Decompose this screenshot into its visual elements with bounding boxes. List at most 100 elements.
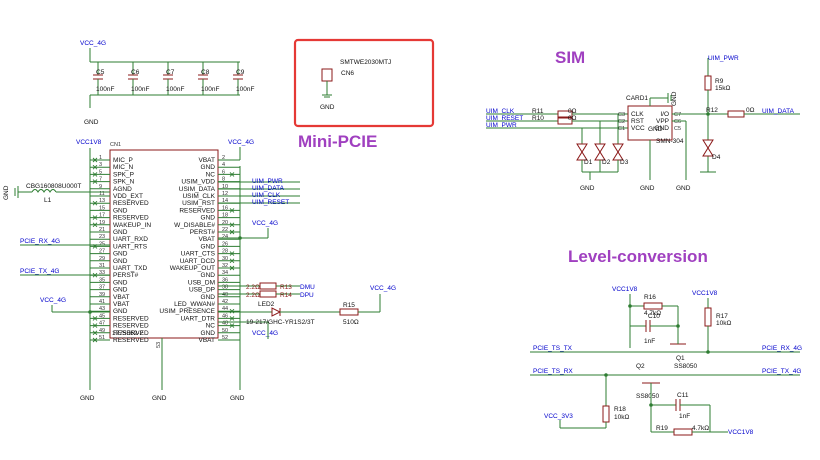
pin-name: UART_DTR (180, 315, 215, 322)
pcie-right-pin: 10USIM_DATA (179, 184, 240, 193)
lvl-r19-ref: R19 (656, 425, 668, 432)
lvl-r19-val: 4.7kΩ (692, 425, 709, 432)
l1-ref: L1 (44, 197, 52, 204)
pin-number: 16 (222, 205, 228, 211)
pin-number: 40 (222, 292, 228, 298)
sim-pin-number: C6 (674, 119, 681, 125)
pcie-right-pin: 18 GND (201, 213, 240, 222)
pcie-right-pin: 26 GND (201, 241, 240, 250)
pcie-right-pin: 50 GND (201, 328, 240, 337)
decoupling-cap: C9 100nF (233, 62, 254, 95)
sim-pin-name: VPP (656, 118, 669, 125)
pin-name: SPK_N (113, 179, 135, 186)
pin-number: 49 (99, 328, 105, 334)
sim-d4-label: D4 (712, 154, 721, 161)
pin-number: 5 (99, 169, 102, 175)
sim-pin-name: I/O (660, 111, 669, 118)
pcie-right-pin: 34 GND (201, 270, 240, 279)
pin-number: 1 (99, 155, 102, 161)
lvl-vcc1v8-top: VCC1V8 (612, 286, 638, 293)
cap-ref: C7 (166, 69, 175, 76)
cap-ref: C6 (131, 69, 140, 76)
usb-r14-val: 2.2Ω (246, 292, 260, 299)
pcie-right-pin: 42 LED_WWAN# (174, 299, 240, 308)
pin-number: 45 (99, 313, 105, 319)
pcie-net-uim-data: UIM_DATA (252, 185, 285, 192)
pcie-left-pin: 43 GND (90, 306, 128, 315)
pin-name: GND (201, 243, 216, 250)
sim-r9-ref: R9 (715, 78, 724, 85)
lvl-c11-val: 1nF (679, 413, 690, 420)
l1-gnd: GND (3, 185, 10, 200)
pin-name: RESERVED (113, 215, 149, 222)
usb-r13-ref: R13 (280, 284, 292, 291)
pin-number: 3 (99, 162, 102, 168)
l1-part: CBG160808U000T (26, 183, 81, 190)
sim-esd-diode: D1 (576, 128, 593, 172)
pin-name: RESERVED (113, 337, 149, 344)
pin-number: 47 (99, 321, 105, 327)
lvl-q1-part: SS8050 (674, 363, 698, 370)
pcie-left-pin: 9 AGND (90, 184, 132, 193)
pin-name: USIM_PRESENCE (159, 308, 215, 315)
decoupling-cap: C6 100nF (128, 62, 149, 95)
pin-number: 42 (222, 299, 228, 305)
pcie-net-rx-4g: PCIE_RX_4G (20, 238, 60, 245)
sim-card-ref: CARD1 (626, 95, 648, 102)
sim-gnd-pin: GND (648, 126, 663, 133)
pin-number: 18 (222, 213, 228, 219)
pin-name: AGND (113, 186, 132, 193)
pin-name: RESERVED (113, 323, 149, 330)
pin-name: GND (113, 258, 128, 265)
led2-ref: LED2 (258, 301, 275, 308)
diode-label: D3 (620, 159, 629, 166)
lvl-net-rx4g: PCIE_RX_4G (762, 345, 802, 352)
pin-name: USIM_RST (182, 200, 215, 207)
pin-number: 30 (222, 256, 228, 262)
usb-dm-net: DMU (300, 284, 315, 291)
lvl-q2-part: SS8050 (636, 393, 660, 400)
pcie-left-pin: 51 RESERVED (90, 335, 149, 344)
sim-diode-gnd: GND (580, 185, 595, 192)
pin-number: 41 (99, 299, 105, 305)
pin-number: 19 (99, 220, 105, 226)
sim-card-gnd: GND (640, 185, 655, 192)
pcie-right-pin: 4 GND (201, 162, 240, 171)
pin-name: GND (113, 287, 128, 294)
usb-r14-ref: R14 (280, 292, 292, 299)
pcie-right-pin: 8USIM_VDD (181, 177, 240, 186)
pcie-ref: CN1 (110, 142, 121, 148)
pin-name: GND (113, 207, 128, 214)
pin-name: UART_TXD (113, 265, 147, 272)
pcie-left-pin: 35 GND (90, 277, 128, 286)
pin-name: VBAT (113, 301, 130, 308)
lvl-vcc3v3: VCC_3V3 (544, 413, 573, 420)
pin-name: GND (201, 215, 216, 222)
pcie-right-pin: 28 UART_CTS (181, 249, 240, 258)
decoupling-gnd-label: GND (84, 119, 99, 126)
pin-number: 22 (222, 227, 228, 233)
sim-pin-name: CLK (631, 111, 644, 118)
pcie-right-pin: 36 USB_DM (188, 277, 240, 286)
pin-number: 31 (99, 263, 105, 269)
pin-number: 13 (99, 198, 105, 204)
lvl-net-tx4g: PCIE_TX_4G (762, 368, 801, 375)
pin-name: USIM_DATA (179, 186, 216, 193)
sim-pin-name: RST (631, 118, 644, 125)
pin-number: 7 (99, 177, 102, 183)
sim-top-gnd: GND (671, 91, 678, 106)
decoupling-capacitors: VCC_4G GND C5100nFC6100nFC7100nFC8100nFC… (80, 40, 254, 126)
pin-number: 39 (99, 292, 105, 298)
pin-number: 29 (99, 256, 105, 262)
pin-number: 51 (99, 335, 105, 341)
pin-number: 26 (222, 241, 228, 247)
pcie-left-pin: 27 GND (90, 249, 128, 258)
lvl-r17-val: 10kΩ (716, 320, 731, 327)
pin-name: GND (113, 279, 128, 286)
pcie-vcc4g-top: VCC_4G (228, 139, 254, 146)
cap-ref: C5 (96, 69, 105, 76)
pin-number: 23 (99, 234, 105, 240)
lvl-r18-ref: R18 (614, 406, 626, 413)
pin-name: WAKEUP_IN (113, 222, 151, 229)
pin-number: 21 (99, 227, 105, 233)
